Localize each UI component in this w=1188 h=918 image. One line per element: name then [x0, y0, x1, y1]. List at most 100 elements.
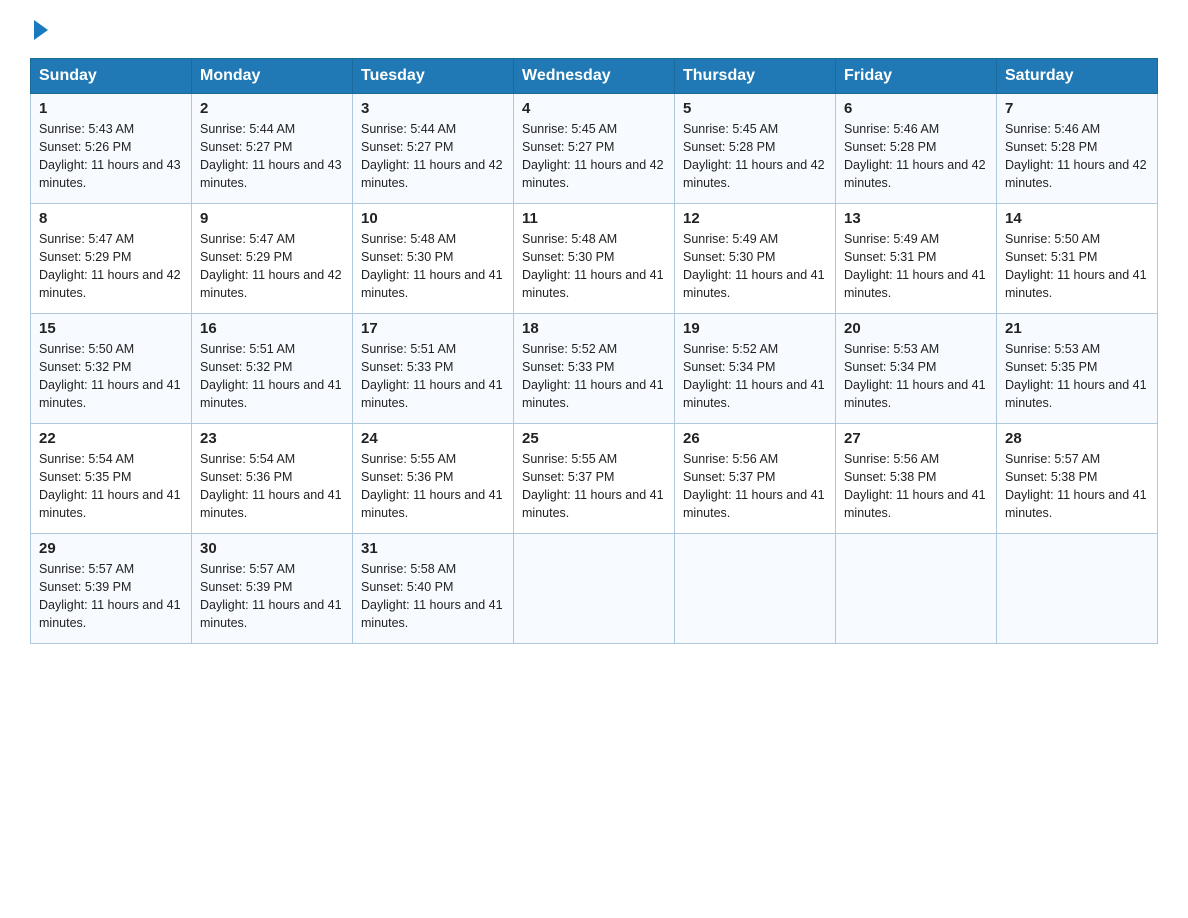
day-number: 23 — [200, 430, 344, 447]
calendar-header-saturday: Saturday — [997, 59, 1158, 94]
day-number: 15 — [39, 320, 183, 337]
calendar-cell: 29 Sunrise: 5:57 AMSunset: 5:39 PMDaylig… — [31, 534, 192, 644]
day-info: Sunrise: 5:45 AMSunset: 5:28 PMDaylight:… — [683, 120, 827, 193]
day-info: Sunrise: 5:46 AMSunset: 5:28 PMDaylight:… — [1005, 120, 1149, 193]
day-info: Sunrise: 5:54 AMSunset: 5:35 PMDaylight:… — [39, 450, 183, 523]
calendar-header-wednesday: Wednesday — [514, 59, 675, 94]
calendar-cell: 24 Sunrise: 5:55 AMSunset: 5:36 PMDaylig… — [353, 424, 514, 534]
calendar-cell: 11 Sunrise: 5:48 AMSunset: 5:30 PMDaylig… — [514, 204, 675, 314]
day-number: 10 — [361, 210, 505, 227]
calendar-cell: 5 Sunrise: 5:45 AMSunset: 5:28 PMDayligh… — [675, 94, 836, 204]
day-info: Sunrise: 5:56 AMSunset: 5:37 PMDaylight:… — [683, 450, 827, 523]
day-info: Sunrise: 5:47 AMSunset: 5:29 PMDaylight:… — [39, 230, 183, 303]
calendar-cell: 8 Sunrise: 5:47 AMSunset: 5:29 PMDayligh… — [31, 204, 192, 314]
calendar-cell: 20 Sunrise: 5:53 AMSunset: 5:34 PMDaylig… — [836, 314, 997, 424]
calendar-cell: 9 Sunrise: 5:47 AMSunset: 5:29 PMDayligh… — [192, 204, 353, 314]
day-info: Sunrise: 5:57 AMSunset: 5:39 PMDaylight:… — [200, 560, 344, 633]
logo — [30, 20, 48, 40]
day-info: Sunrise: 5:44 AMSunset: 5:27 PMDaylight:… — [200, 120, 344, 193]
calendar-table: SundayMondayTuesdayWednesdayThursdayFrid… — [30, 58, 1158, 644]
day-info: Sunrise: 5:49 AMSunset: 5:31 PMDaylight:… — [844, 230, 988, 303]
calendar-cell: 28 Sunrise: 5:57 AMSunset: 5:38 PMDaylig… — [997, 424, 1158, 534]
calendar-cell: 19 Sunrise: 5:52 AMSunset: 5:34 PMDaylig… — [675, 314, 836, 424]
day-number: 14 — [1005, 210, 1149, 227]
day-number: 31 — [361, 540, 505, 557]
day-info: Sunrise: 5:51 AMSunset: 5:32 PMDaylight:… — [200, 340, 344, 413]
day-number: 24 — [361, 430, 505, 447]
calendar-cell: 15 Sunrise: 5:50 AMSunset: 5:32 PMDaylig… — [31, 314, 192, 424]
calendar-cell: 3 Sunrise: 5:44 AMSunset: 5:27 PMDayligh… — [353, 94, 514, 204]
day-number: 7 — [1005, 100, 1149, 117]
calendar-cell: 30 Sunrise: 5:57 AMSunset: 5:39 PMDaylig… — [192, 534, 353, 644]
calendar-cell: 25 Sunrise: 5:55 AMSunset: 5:37 PMDaylig… — [514, 424, 675, 534]
day-info: Sunrise: 5:45 AMSunset: 5:27 PMDaylight:… — [522, 120, 666, 193]
day-info: Sunrise: 5:50 AMSunset: 5:31 PMDaylight:… — [1005, 230, 1149, 303]
calendar-header-thursday: Thursday — [675, 59, 836, 94]
day-number: 12 — [683, 210, 827, 227]
day-info: Sunrise: 5:57 AMSunset: 5:38 PMDaylight:… — [1005, 450, 1149, 523]
calendar-cell: 27 Sunrise: 5:56 AMSunset: 5:38 PMDaylig… — [836, 424, 997, 534]
calendar-cell: 26 Sunrise: 5:56 AMSunset: 5:37 PMDaylig… — [675, 424, 836, 534]
day-number: 27 — [844, 430, 988, 447]
day-number: 6 — [844, 100, 988, 117]
calendar-cell — [836, 534, 997, 644]
calendar-cell — [675, 534, 836, 644]
day-number: 16 — [200, 320, 344, 337]
calendar-week-row: 8 Sunrise: 5:47 AMSunset: 5:29 PMDayligh… — [31, 204, 1158, 314]
logo-blue-text — [30, 20, 48, 40]
day-number: 4 — [522, 100, 666, 117]
day-number: 20 — [844, 320, 988, 337]
day-number: 13 — [844, 210, 988, 227]
day-info: Sunrise: 5:43 AMSunset: 5:26 PMDaylight:… — [39, 120, 183, 193]
day-number: 29 — [39, 540, 183, 557]
day-number: 9 — [200, 210, 344, 227]
day-number: 30 — [200, 540, 344, 557]
day-info: Sunrise: 5:50 AMSunset: 5:32 PMDaylight:… — [39, 340, 183, 413]
day-info: Sunrise: 5:53 AMSunset: 5:34 PMDaylight:… — [844, 340, 988, 413]
calendar-cell: 14 Sunrise: 5:50 AMSunset: 5:31 PMDaylig… — [997, 204, 1158, 314]
calendar-cell: 17 Sunrise: 5:51 AMSunset: 5:33 PMDaylig… — [353, 314, 514, 424]
day-info: Sunrise: 5:48 AMSunset: 5:30 PMDaylight:… — [522, 230, 666, 303]
day-info: Sunrise: 5:48 AMSunset: 5:30 PMDaylight:… — [361, 230, 505, 303]
day-number: 26 — [683, 430, 827, 447]
calendar-header-monday: Monday — [192, 59, 353, 94]
calendar-cell: 31 Sunrise: 5:58 AMSunset: 5:40 PMDaylig… — [353, 534, 514, 644]
day-number: 5 — [683, 100, 827, 117]
day-info: Sunrise: 5:57 AMSunset: 5:39 PMDaylight:… — [39, 560, 183, 633]
day-info: Sunrise: 5:52 AMSunset: 5:33 PMDaylight:… — [522, 340, 666, 413]
day-number: 18 — [522, 320, 666, 337]
day-info: Sunrise: 5:51 AMSunset: 5:33 PMDaylight:… — [361, 340, 505, 413]
calendar-cell: 22 Sunrise: 5:54 AMSunset: 5:35 PMDaylig… — [31, 424, 192, 534]
day-number: 19 — [683, 320, 827, 337]
calendar-cell — [514, 534, 675, 644]
calendar-week-row: 15 Sunrise: 5:50 AMSunset: 5:32 PMDaylig… — [31, 314, 1158, 424]
day-number: 22 — [39, 430, 183, 447]
calendar-cell: 1 Sunrise: 5:43 AMSunset: 5:26 PMDayligh… — [31, 94, 192, 204]
calendar-cell: 18 Sunrise: 5:52 AMSunset: 5:33 PMDaylig… — [514, 314, 675, 424]
day-info: Sunrise: 5:54 AMSunset: 5:36 PMDaylight:… — [200, 450, 344, 523]
day-info: Sunrise: 5:49 AMSunset: 5:30 PMDaylight:… — [683, 230, 827, 303]
calendar-cell: 6 Sunrise: 5:46 AMSunset: 5:28 PMDayligh… — [836, 94, 997, 204]
day-number: 21 — [1005, 320, 1149, 337]
day-info: Sunrise: 5:53 AMSunset: 5:35 PMDaylight:… — [1005, 340, 1149, 413]
calendar-cell: 21 Sunrise: 5:53 AMSunset: 5:35 PMDaylig… — [997, 314, 1158, 424]
calendar-cell: 4 Sunrise: 5:45 AMSunset: 5:27 PMDayligh… — [514, 94, 675, 204]
calendar-cell: 13 Sunrise: 5:49 AMSunset: 5:31 PMDaylig… — [836, 204, 997, 314]
day-number: 25 — [522, 430, 666, 447]
day-number: 17 — [361, 320, 505, 337]
calendar-week-row: 22 Sunrise: 5:54 AMSunset: 5:35 PMDaylig… — [31, 424, 1158, 534]
day-number: 28 — [1005, 430, 1149, 447]
calendar-week-row: 29 Sunrise: 5:57 AMSunset: 5:39 PMDaylig… — [31, 534, 1158, 644]
calendar-header-tuesday: Tuesday — [353, 59, 514, 94]
day-number: 11 — [522, 210, 666, 227]
day-info: Sunrise: 5:47 AMSunset: 5:29 PMDaylight:… — [200, 230, 344, 303]
day-info: Sunrise: 5:44 AMSunset: 5:27 PMDaylight:… — [361, 120, 505, 193]
day-info: Sunrise: 5:55 AMSunset: 5:36 PMDaylight:… — [361, 450, 505, 523]
day-info: Sunrise: 5:58 AMSunset: 5:40 PMDaylight:… — [361, 560, 505, 633]
calendar-cell: 23 Sunrise: 5:54 AMSunset: 5:36 PMDaylig… — [192, 424, 353, 534]
day-info: Sunrise: 5:56 AMSunset: 5:38 PMDaylight:… — [844, 450, 988, 523]
day-info: Sunrise: 5:55 AMSunset: 5:37 PMDaylight:… — [522, 450, 666, 523]
day-info: Sunrise: 5:46 AMSunset: 5:28 PMDaylight:… — [844, 120, 988, 193]
calendar-header-row: SundayMondayTuesdayWednesdayThursdayFrid… — [31, 59, 1158, 94]
day-info: Sunrise: 5:52 AMSunset: 5:34 PMDaylight:… — [683, 340, 827, 413]
